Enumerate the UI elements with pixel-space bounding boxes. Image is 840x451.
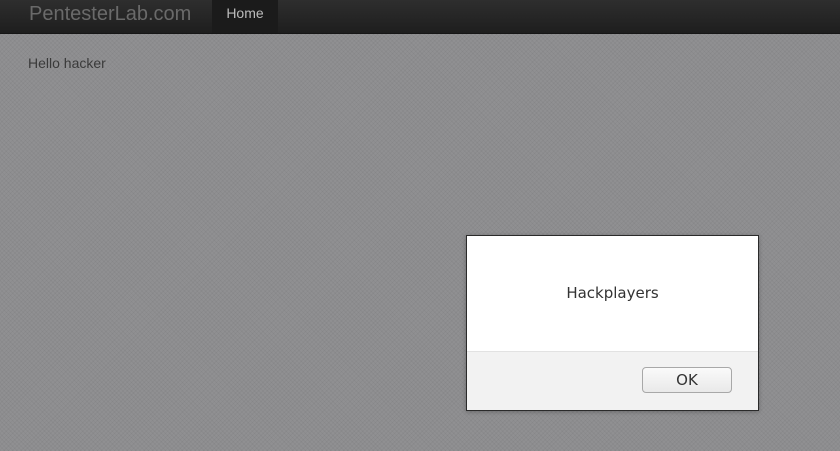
brand-logo[interactable]: PentesterLab.com — [29, 3, 191, 26]
top-navbar: PentesterLab.com Home — [0, 0, 840, 34]
alert-dialog: Hackplayers OK — [466, 235, 759, 411]
greeting-text: Hello hacker — [28, 55, 106, 71]
alert-footer: OK — [467, 351, 758, 410]
alert-message: Hackplayers — [566, 284, 659, 302]
nav-home-link[interactable]: Home — [212, 0, 278, 33]
ok-button[interactable]: OK — [642, 367, 732, 393]
